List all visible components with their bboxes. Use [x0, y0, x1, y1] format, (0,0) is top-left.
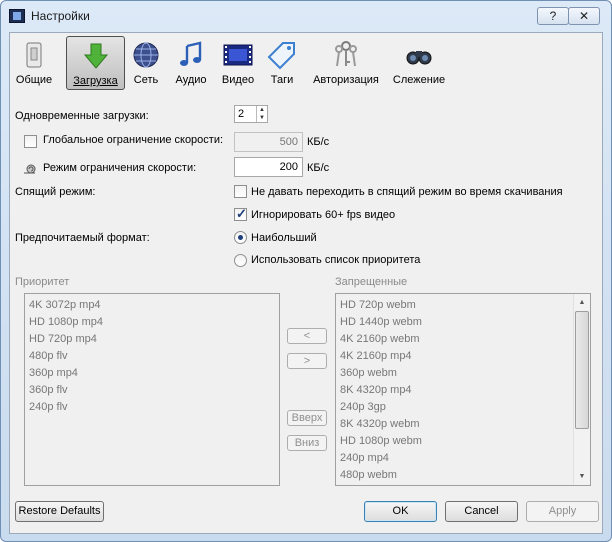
spin-down-arrow-icon[interactable]: ▼	[256, 114, 267, 122]
tab-authorization-label: Авторизация	[313, 74, 379, 86]
tab-network-label: Сеть	[133, 74, 159, 86]
list-item[interactable]: 4K 2160p mp4	[336, 348, 590, 365]
keys-icon	[335, 41, 357, 67]
list-item[interactable]: 480p webm	[336, 467, 590, 484]
forbidden-listbox[interactable]: HD 720p webm HD 1440p webm 4K 2160p webm 4K…	[335, 293, 591, 486]
tab-authorization[interactable]: Авторизация	[310, 36, 382, 90]
list-item[interactable]: HD 720p mp4	[25, 331, 279, 348]
global-limit-label: Глобальное ограничение скорости:	[43, 134, 224, 146]
tab-tags[interactable]: Таги	[264, 36, 300, 90]
concurrent-downloads-spinbox[interactable]: 2 ▲ ▼	[234, 105, 268, 123]
tab-general-label: Общие	[15, 74, 53, 86]
tag-icon	[267, 42, 295, 70]
apply-button[interactable]: Apply	[526, 501, 599, 522]
list-item[interactable]: 360p mp4	[25, 365, 279, 382]
format-largest-radio[interactable]	[234, 231, 247, 244]
list-item[interactable]: 4K 3072p mp4	[25, 297, 279, 314]
format-priority-label: Использовать список приоритета	[251, 254, 421, 266]
list-item[interactable]: HD 1440p webm	[336, 314, 590, 331]
download-arrow-icon	[83, 43, 108, 69]
film-strip-icon	[223, 44, 253, 66]
scroll-thumb[interactable]	[575, 311, 589, 429]
title-bar: Настройки ? ✕	[1, 1, 611, 31]
tab-audio-label: Аудио	[175, 74, 207, 86]
list-item[interactable]: 8K 4320p webm	[336, 416, 590, 433]
list-item[interactable]: 240p 3gp	[336, 399, 590, 416]
forbidden-list-title: Запрещенные	[335, 276, 408, 288]
no-sleep-checkbox[interactable]	[234, 185, 247, 198]
app-icon	[9, 9, 25, 23]
global-limit-unit: КБ/с	[307, 136, 330, 148]
move-up-button[interactable]: Вверх	[287, 410, 327, 426]
ignore-60fps-label: Игнорировать 60+ fps видео	[251, 209, 396, 221]
format-priority-radio[interactable]	[234, 254, 247, 267]
dialog-client: Общие Загрузка Сеть Аудио Видео Таги Авт…	[9, 32, 603, 534]
no-sleep-label: Не давать переходить в спящий режим во в…	[251, 186, 563, 198]
list-item[interactable]: 240p mp4	[336, 450, 590, 467]
list-item[interactable]: 4K 2160p webm	[336, 331, 590, 348]
help-button[interactable]: ?	[537, 7, 569, 25]
binoculars-icon	[406, 51, 432, 65]
tab-tracking-label: Слежение	[392, 74, 446, 86]
restore-defaults-button[interactable]: Restore Defaults	[15, 501, 104, 522]
tab-network[interactable]: Сеть	[128, 36, 164, 90]
move-down-button[interactable]: Вниз	[287, 435, 327, 451]
music-note-icon	[180, 41, 202, 66]
format-largest-label: Наибольший	[251, 232, 317, 244]
tab-audio[interactable]: Аудио	[170, 36, 212, 90]
snail-icon	[24, 164, 36, 174]
list-item[interactable]: 360p webm	[336, 365, 590, 382]
limit-mode-label: Режим ограничения скорости:	[43, 162, 197, 174]
globe-icon	[133, 42, 159, 68]
switch-icon	[26, 42, 42, 68]
tab-tags-label: Таги	[270, 74, 294, 86]
limit-mode-unit: КБ/с	[307, 162, 330, 174]
global-limit-checkbox[interactable]	[24, 135, 37, 148]
tab-video-label: Видео	[221, 74, 255, 86]
forbidden-scrollbar[interactable]: ▲ ▼	[573, 294, 590, 485]
list-item[interactable]: 360p flv	[25, 382, 279, 399]
close-button[interactable]: ✕	[568, 7, 600, 25]
preferred-format-label: Предпочитаемый формат:	[15, 232, 150, 244]
settings-window: Настройки ? ✕ Общие Загрузка Сеть Аудио …	[0, 0, 612, 542]
list-item[interactable]: 8K 4320p mp4	[336, 382, 590, 399]
sleep-mode-label: Спящий режим:	[15, 186, 96, 198]
concurrent-downloads-value: 2	[238, 108, 245, 120]
list-item[interactable]: 240p flv	[25, 399, 279, 416]
priority-list-title: Приоритет	[15, 276, 70, 288]
concurrent-downloads-label: Одновременные загрузки:	[15, 110, 149, 122]
scroll-up-arrow-icon[interactable]: ▲	[574, 294, 590, 311]
move-right-button[interactable]: >	[287, 353, 327, 369]
window-title: Настройки	[31, 9, 90, 23]
tab-tracking[interactable]: Слежение	[390, 36, 448, 90]
list-item[interactable]: 480p flv	[25, 348, 279, 365]
move-left-button[interactable]: <	[287, 328, 327, 344]
ignore-60fps-checkbox[interactable]	[234, 206, 247, 222]
spin-up-arrow-icon[interactable]: ▲	[256, 106, 267, 114]
tab-video[interactable]: Видео	[218, 36, 258, 90]
settings-toolbar: Общие Загрузка Сеть Аудио Видео Таги Авт…	[10, 33, 604, 93]
tab-download[interactable]: Загрузка	[66, 36, 125, 90]
scroll-down-arrow-icon[interactable]: ▼	[574, 468, 590, 485]
ok-button[interactable]: OK	[364, 501, 437, 522]
limit-mode-field[interactable]: 200	[234, 157, 303, 177]
cancel-button[interactable]: Cancel	[445, 501, 518, 522]
global-limit-field[interactable]: 500	[234, 132, 303, 152]
tab-download-label: Загрузка	[73, 75, 118, 87]
priority-listbox[interactable]: 4K 3072p mp4 HD 1080p mp4 HD 720p mp4 480p …	[24, 293, 280, 486]
list-item[interactable]: HD 1080p webm	[336, 433, 590, 450]
list-item[interactable]: HD 1080p mp4	[25, 314, 279, 331]
list-item[interactable]: HD 720p webm	[336, 297, 590, 314]
tab-general[interactable]: Общие	[12, 36, 56, 90]
